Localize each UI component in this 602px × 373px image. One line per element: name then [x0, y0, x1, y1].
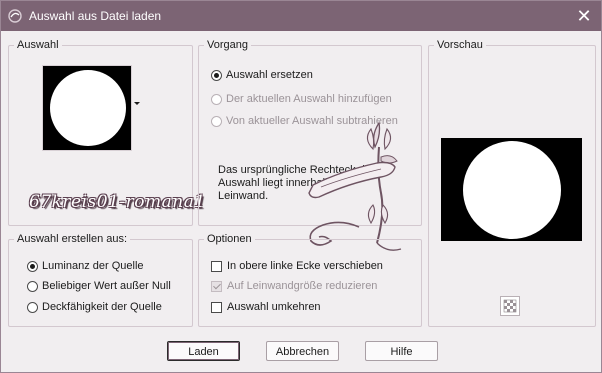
- checkbox-label: Auf Leinwandgröße reduzieren: [227, 280, 378, 292]
- auswahl-group-label: Auswahl: [14, 38, 62, 52]
- radio-label: Deckfähigkeit der Quelle: [42, 301, 162, 313]
- preview-canvas: [441, 138, 582, 241]
- help-button[interactable]: Hilfe: [365, 341, 438, 361]
- radio-label: Beliebiger Wert außer Null: [42, 280, 171, 292]
- radio-button[interactable]: [27, 280, 38, 292]
- radio-button[interactable]: [27, 301, 38, 313]
- radio-auswahl-hinzufuegen[interactable]: Der aktuellen Auswahl hinzufügen: [211, 91, 392, 107]
- watermark-text: 67kreis01-romana1: [29, 192, 206, 212]
- close-icon: ✕: [576, 6, 592, 26]
- checkbox[interactable]: [211, 260, 222, 272]
- app-icon: [8, 9, 22, 23]
- radio-button[interactable]: [211, 115, 222, 127]
- selection-thumbnail[interactable]: [42, 65, 132, 151]
- erstellen-group-label: Auswahl erstellen aus:: [14, 232, 131, 246]
- checkbox[interactable]: [211, 301, 222, 313]
- checkbox-auswahl-umkehren[interactable]: Auswahl umkehren: [211, 299, 321, 315]
- radio-button[interactable]: [211, 93, 222, 105]
- radio-button[interactable]: [27, 260, 38, 272]
- dialog-window: Auswahl aus Datei laden ✕ Auswahl 67krei…: [0, 0, 602, 373]
- radio-button[interactable]: [211, 69, 222, 81]
- selection-thumbnail-circle: [50, 70, 126, 146]
- checkbox-leinwandgroesse[interactable]: Auf Leinwandgröße reduzieren: [211, 278, 377, 294]
- radio-beliebiger-wert[interactable]: Beliebiger Wert außer Null: [27, 278, 171, 294]
- vorgang-group-label: Vorgang: [204, 38, 251, 52]
- preview-circle: [463, 141, 561, 239]
- checkbox-obere-linke-ecke[interactable]: In obere linke Ecke verschieben: [211, 258, 383, 274]
- radio-label: Auswahl ersetzen: [226, 69, 313, 81]
- vorschau-group-label: Vorschau: [434, 38, 486, 52]
- title-bar: Auswahl aus Datei laden ✕: [1, 1, 601, 31]
- checkbox-label: In obere linke Ecke verschieben: [227, 260, 383, 272]
- checkbox[interactable]: [211, 280, 222, 292]
- radio-auswahl-ersetzen[interactable]: Auswahl ersetzen: [211, 67, 313, 83]
- cancel-button[interactable]: Abbrechen: [266, 341, 339, 361]
- radio-label: Der aktuellen Auswahl hinzufügen: [226, 93, 392, 105]
- dropdown-arrow-icon[interactable]: [134, 102, 140, 105]
- window-title: Auswahl aus Datei laden: [29, 9, 162, 23]
- radio-label: Luminanz der Quelle: [42, 260, 144, 272]
- checkbox-label: Auswahl umkehren: [227, 301, 321, 313]
- radio-deckfaehigkeit[interactable]: Deckfähigkeit der Quelle: [27, 299, 162, 315]
- checkerboard-icon: [503, 299, 517, 313]
- close-button[interactable]: ✕: [567, 1, 601, 31]
- checkerboard-toggle-button[interactable]: [500, 296, 520, 316]
- optionen-group-label: Optionen: [204, 232, 255, 246]
- radio-luminanz[interactable]: Luminanz der Quelle: [27, 258, 144, 274]
- load-button[interactable]: Laden: [167, 341, 240, 361]
